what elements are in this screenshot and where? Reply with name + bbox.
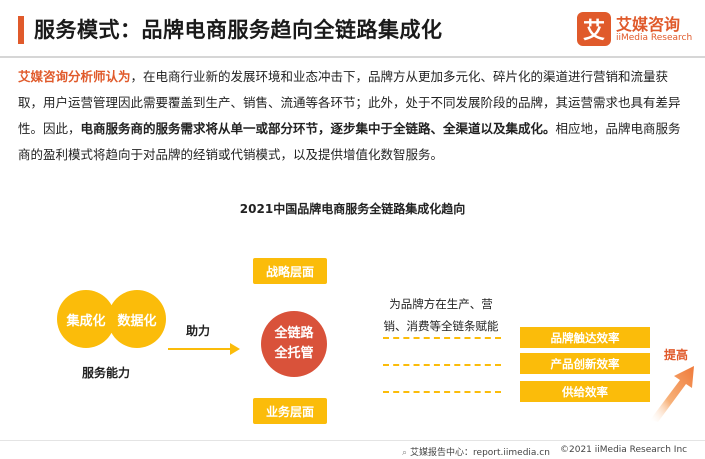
- analysis-paragraph: 艾媒咨询分析师认为，在电商行业新的发展环境和业态冲击下，品牌方从更加多元化、碎片…: [18, 64, 690, 168]
- business-level-box: 业务层面: [253, 398, 327, 424]
- dashed-connector-3: [383, 391, 501, 393]
- logo-english-name: iiMedia Research: [616, 33, 693, 43]
- page-title: 服务模式：品牌电商服务趋向全链路集成化: [34, 18, 443, 42]
- paragraph-bold: 电商服务商的服务需求将从单一或部分环节，逐步集中于全链路、全渠道以及集成化。: [80, 121, 556, 136]
- logo-mark-icon: 艾: [577, 12, 611, 46]
- center-line-1: 全链路: [274, 326, 314, 341]
- desc-line-1: 为品牌方在生产、营: [389, 297, 493, 311]
- report-center-text: 艾媒报告中心：report.iimedia.cn: [410, 448, 550, 458]
- dashed-connector-2: [383, 364, 501, 366]
- report-center-link[interactable]: ⌕ 艾媒报告中心：report.iimedia.cn: [402, 445, 550, 458]
- datafication-circle: 数据化: [108, 290, 166, 348]
- search-icon: ⌕: [402, 448, 408, 458]
- page-footer: ⌕ 艾媒报告中心：report.iimedia.cn ©2021 iiMedia …: [0, 440, 705, 459]
- diagram-title: 2021中国品牌电商服务全链路集成化趋向: [239, 202, 466, 216]
- desc-line-2: 销、消费等全链条赋能: [383, 319, 499, 333]
- efficiency-pill-innovation: 产品创新效率: [520, 353, 650, 374]
- improve-label: 提高: [664, 348, 689, 362]
- up-right-arrow-icon: [650, 366, 694, 422]
- boost-label: 助力: [186, 324, 211, 338]
- center-line-2: 全托管: [274, 346, 314, 361]
- logo-chinese-name: 艾媒咨询: [616, 15, 681, 34]
- analyst-lead: 艾媒咨询分析师认为: [18, 69, 131, 84]
- efficiency-pill-supply: 供给效率: [520, 381, 650, 402]
- full-chain-circle: 全链路 全托管: [261, 311, 327, 377]
- dashed-connector-1: [383, 337, 501, 339]
- title-accent-bar: [18, 16, 24, 44]
- service-ability-label: 服务能力: [82, 366, 131, 380]
- empower-description: 为品牌方在生产、营 销、消费等全链条赋能: [372, 293, 510, 337]
- arrow-right-icon: [230, 343, 240, 355]
- page-header: 服务模式：品牌电商服务趋向全链路集成化 艾 艾媒咨询 iiMedia Resea…: [0, 0, 705, 58]
- brand-logo: 艾 艾媒咨询 iiMedia Research: [577, 10, 693, 50]
- boost-arrow-line: [168, 348, 232, 350]
- strategy-level-box: 战略层面: [253, 258, 327, 284]
- copyright: ©2021 iiMedia Research Inc: [560, 445, 688, 455]
- integration-circle: 集成化: [57, 290, 115, 348]
- efficiency-pill-reach: 品牌触达效率: [520, 327, 650, 348]
